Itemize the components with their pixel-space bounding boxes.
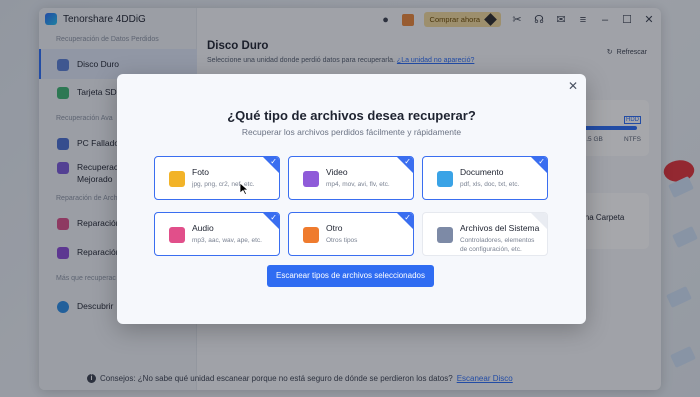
- file-type-desc: mp3, aac, wav, ape, etc.: [192, 237, 262, 244]
- checkmark-icon: [531, 213, 547, 229]
- tick-icon: ✓: [404, 213, 411, 222]
- tick-icon: ✓: [270, 213, 277, 222]
- system-gear-icon: [437, 227, 453, 243]
- file-type-card-foto[interactable]: Foto jpg, png, cr2, nef, etc. ✓: [154, 156, 280, 200]
- file-type-card-archivos-del-sistema[interactable]: Archivos del Sistema Controladores, elem…: [422, 212, 548, 256]
- audio-icon: [169, 227, 185, 243]
- file-type-name: Otro: [326, 223, 343, 233]
- video-icon: [303, 171, 319, 187]
- photo-icon: [169, 171, 185, 187]
- tick-icon: ✓: [404, 157, 411, 166]
- document-icon: [437, 171, 453, 187]
- file-type-name: Documento: [460, 167, 504, 177]
- file-type-dialog: ✕ ¿Qué tipo de archivos desea recuperar?…: [117, 74, 586, 324]
- dialog-title: ¿Qué tipo de archivos desea recuperar?: [227, 108, 476, 123]
- file-type-card-documento[interactable]: Documento pdf, xls, doc, txt, etc. ✓: [422, 156, 548, 200]
- file-type-desc: Controladores, elementos de configuració…: [460, 237, 535, 253]
- file-type-card-otro[interactable]: Otro Otros tipos ✓: [288, 212, 414, 256]
- tick-icon: ✓: [270, 157, 277, 166]
- file-type-desc: jpg, png, cr2, nef, etc.: [192, 181, 255, 188]
- file-type-name: Audio: [192, 223, 214, 233]
- file-type-name: Video: [326, 167, 348, 177]
- scan-selected-button[interactable]: Escanear tipos de archivos seleccionados: [267, 265, 434, 287]
- file-type-desc: pdf, xls, doc, txt, etc.: [460, 181, 520, 188]
- file-type-desc: mp4, mov, avi, flv, etc.: [326, 181, 390, 188]
- tick-icon: ✓: [538, 157, 545, 166]
- star-icon: [303, 227, 319, 243]
- file-type-name: Archivos del Sistema: [460, 223, 540, 233]
- file-type-card-audio[interactable]: Audio mp3, aac, wav, ape, etc. ✓: [154, 212, 280, 256]
- file-type-name: Foto: [192, 167, 210, 177]
- file-type-desc: Otros tipos: [326, 237, 358, 244]
- close-icon[interactable]: ✕: [568, 79, 578, 93]
- dialog-subtitle: Recuperar los archivos perdidos fácilmen…: [241, 127, 462, 137]
- file-type-card-video[interactable]: Video mp4, mov, avi, flv, etc. ✓: [288, 156, 414, 200]
- mouse-cursor-icon: [240, 183, 249, 195]
